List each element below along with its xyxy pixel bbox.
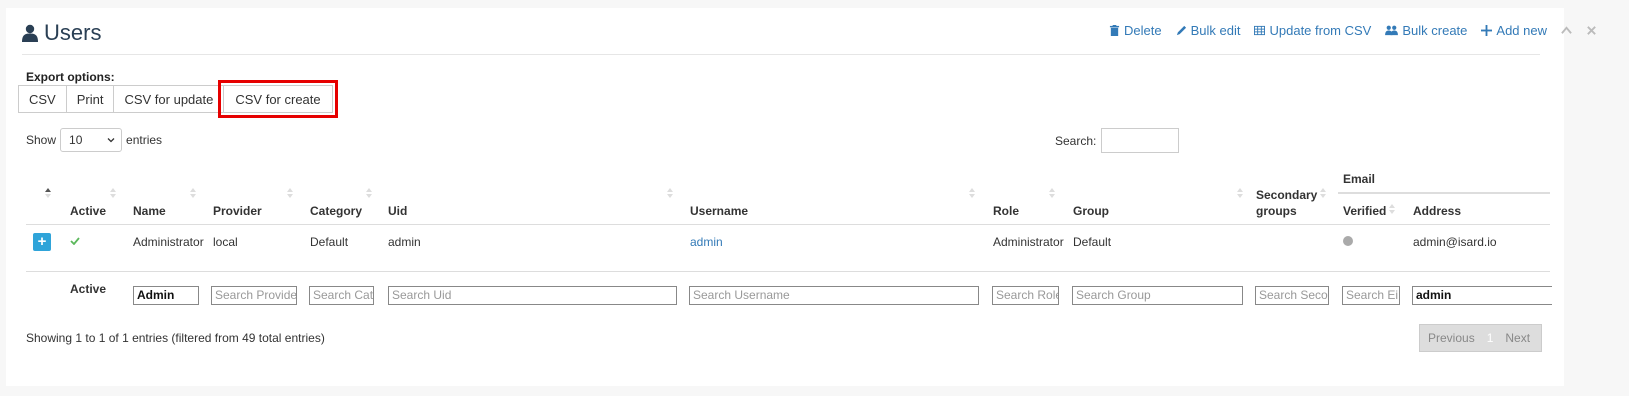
cell-category: Default	[310, 235, 349, 249]
chevron-up-icon	[1561, 26, 1572, 34]
cell-uid: admin	[388, 235, 421, 249]
filter-address-input[interactable]: admin	[1412, 286, 1552, 305]
footer-active-label: Active	[70, 282, 107, 296]
page-header: Users	[22, 20, 101, 46]
column-header-provider[interactable]: Provider	[213, 204, 262, 218]
users-icon	[1385, 25, 1399, 36]
export-csv-create-button[interactable]: CSV for create	[218, 80, 338, 118]
cell-username-link[interactable]: admin	[690, 235, 723, 249]
close-icon	[1587, 26, 1596, 35]
filter-secondary-groups-input[interactable]: Search Seco	[1255, 286, 1329, 305]
toolbar: Delete Bulk edit Update from CSV Bulk cr…	[1109, 23, 1597, 38]
check-icon	[70, 237, 80, 245]
filter-name-input[interactable]: Admin	[133, 286, 199, 305]
show-label: Show	[26, 133, 57, 147]
sort-icon[interactable]	[190, 188, 196, 198]
header-row-divider	[26, 224, 1550, 225]
table-icon	[1254, 25, 1266, 36]
search-input[interactable]	[1101, 128, 1180, 153]
column-header-name[interactable]: Name	[133, 204, 166, 218]
column-header-active[interactable]: Active	[70, 204, 106, 218]
sort-icon[interactable]	[1320, 188, 1326, 198]
update-from-csv-button[interactable]: Update from CSV	[1254, 23, 1371, 38]
sort-icon[interactable]	[1049, 188, 1055, 198]
cell-provider: local	[213, 235, 238, 249]
users-panel	[6, 8, 1564, 386]
page-title: Users	[44, 20, 102, 45]
pagination-current-page[interactable]: 1	[1483, 331, 1498, 345]
email-group-divider	[1338, 192, 1550, 194]
email-group-header: Email	[1343, 172, 1376, 186]
sort-icon[interactable]	[287, 188, 293, 198]
entries-label: entries	[126, 133, 163, 147]
footer-row-divider	[26, 271, 1550, 272]
collapse-button[interactable]	[1561, 25, 1572, 36]
add-new-button[interactable]: Add new	[1481, 23, 1547, 38]
cell-group: Default	[1073, 235, 1112, 249]
pagination: Previous 1 Next	[1419, 324, 1542, 352]
column-header-username[interactable]: Username	[690, 204, 748, 218]
plus-icon	[1481, 25, 1493, 36]
column-header-verified[interactable]: Verified	[1343, 204, 1386, 218]
export-buttons: CSV Print CSV for update CSV for create	[18, 80, 338, 118]
bulk-edit-button[interactable]: Bulk edit	[1176, 23, 1240, 38]
filter-username-input[interactable]: Search Username	[689, 286, 979, 305]
delete-button[interactable]: Delete	[1109, 23, 1162, 38]
entries-length: Show 10 entries	[26, 128, 162, 152]
column-header-role[interactable]: Role	[993, 204, 1019, 218]
pencil-icon	[1176, 25, 1186, 36]
column-header-secondary-groups[interactable]: Secondary groups	[1256, 188, 1317, 218]
export-options-label: Export options:	[26, 70, 115, 84]
entries-select[interactable]: 10	[60, 128, 123, 152]
table-search: Search:	[1055, 128, 1180, 153]
column-header-uid[interactable]: Uid	[388, 204, 407, 218]
filter-verified-input[interactable]: Search Ei	[1342, 286, 1400, 305]
column-header-address[interactable]: Address	[1413, 204, 1461, 218]
filter-uid-input[interactable]: Search Uid	[388, 286, 677, 305]
export-csv-update-button[interactable]: CSV for update	[113, 85, 225, 113]
cell-role: Administrator	[993, 235, 1064, 249]
sort-icon[interactable]	[45, 188, 51, 198]
column-header-secondary-line1: Secondary	[1256, 188, 1318, 202]
column-header-secondary-line2: groups	[1256, 204, 1297, 218]
sort-icon[interactable]	[366, 188, 372, 198]
pagination-previous[interactable]: Previous	[1420, 331, 1483, 345]
sort-icon[interactable]	[1237, 188, 1243, 198]
trash-icon	[1109, 25, 1120, 36]
cell-name: Administrator	[133, 235, 204, 249]
sort-icon[interactable]	[667, 188, 673, 198]
header-divider	[22, 54, 1540, 55]
user-icon	[22, 24, 38, 42]
table-info: Showing 1 to 1 of 1 entries (filtered fr…	[26, 331, 325, 345]
filter-category-input[interactable]: Search Cat	[309, 286, 374, 305]
sort-icon[interactable]	[1389, 204, 1395, 214]
column-header-group[interactable]: Group	[1073, 204, 1109, 218]
search-label: Search:	[1055, 133, 1097, 148]
filter-role-input[interactable]: Search Role	[992, 286, 1059, 305]
sort-icon[interactable]	[969, 188, 975, 198]
cell-address: admin@isard.io	[1413, 235, 1497, 249]
column-header-category[interactable]: Category	[310, 204, 362, 218]
sort-icon[interactable]	[110, 188, 116, 198]
verified-status-icon	[1343, 236, 1353, 246]
filter-group-input[interactable]: Search Group	[1072, 286, 1243, 305]
expand-row-button[interactable]: +	[33, 233, 51, 251]
entries-select-value: 10	[69, 133, 83, 147]
export-print-button[interactable]: Print	[65, 85, 115, 113]
bulk-create-button[interactable]: Bulk create	[1385, 23, 1467, 38]
pagination-next[interactable]: Next	[1497, 331, 1538, 345]
close-button[interactable]	[1586, 25, 1597, 36]
export-csv-button[interactable]: CSV	[18, 85, 67, 113]
chevron-down-icon	[107, 138, 115, 143]
filter-provider-input[interactable]: Search Provide	[211, 286, 297, 305]
